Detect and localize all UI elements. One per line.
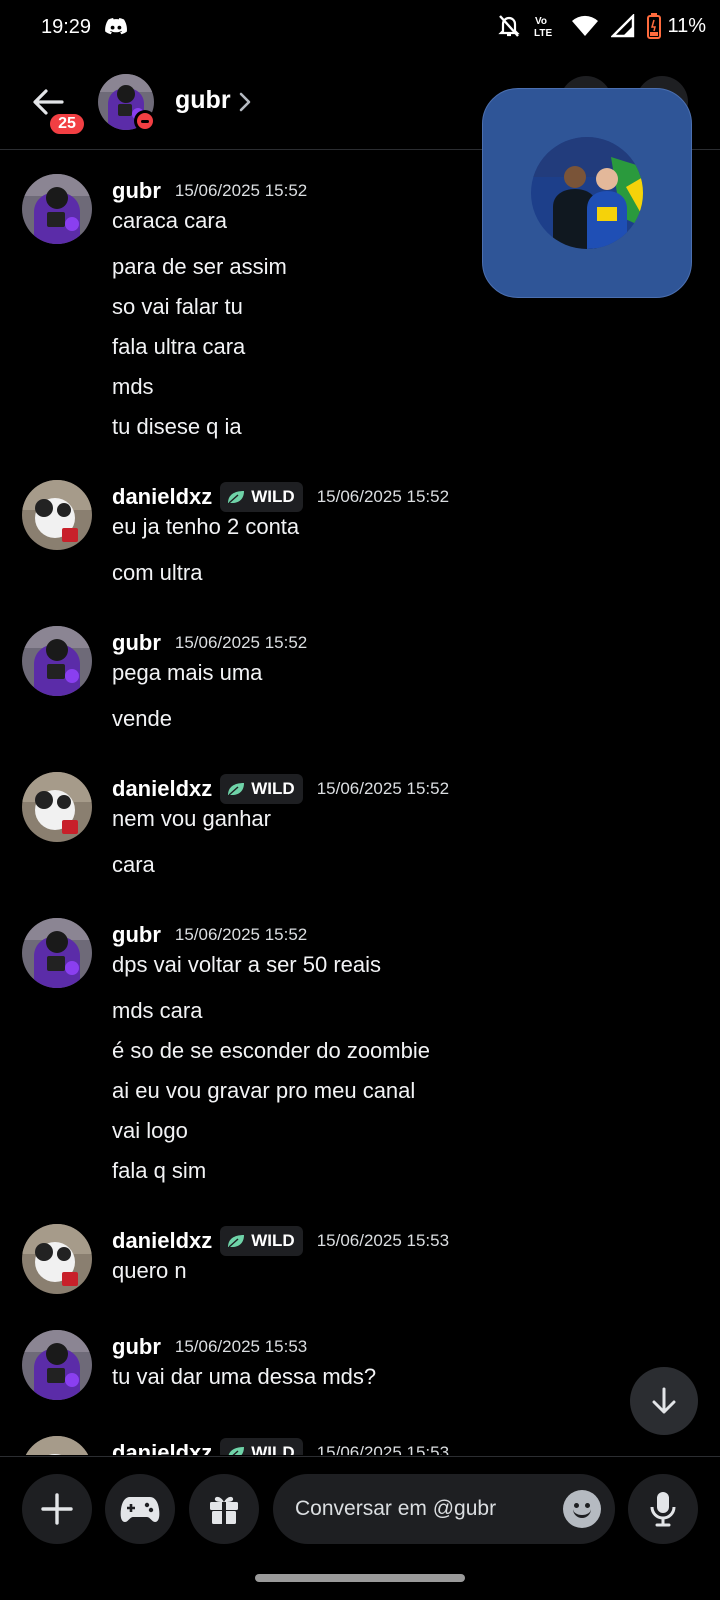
message-text[interactable]: cara bbox=[112, 852, 155, 878]
message-author[interactable]: danieldxz bbox=[112, 484, 212, 510]
plus-icon bbox=[41, 1493, 73, 1525]
avatar[interactable] bbox=[22, 626, 92, 696]
microphone-icon bbox=[650, 1492, 676, 1527]
message-input[interactable] bbox=[295, 1474, 545, 1544]
avatar[interactable] bbox=[22, 174, 92, 244]
message-author[interactable]: gubr bbox=[112, 630, 161, 656]
chevron-right-icon[interactable] bbox=[236, 90, 254, 114]
jump-to-bottom-button[interactable] bbox=[630, 1367, 698, 1435]
leaf-icon bbox=[228, 1235, 245, 1248]
avatar[interactable] bbox=[22, 1224, 92, 1294]
avatar[interactable] bbox=[22, 918, 92, 988]
avatar[interactable] bbox=[22, 480, 92, 550]
header-username[interactable]: gubr bbox=[175, 86, 231, 115]
message-author[interactable]: gubr bbox=[112, 1334, 161, 1360]
leaf-icon bbox=[228, 783, 245, 796]
svg-text:Vo: Vo bbox=[535, 16, 547, 27]
leaf-icon bbox=[228, 491, 245, 504]
add-attachment-button[interactable] bbox=[22, 1474, 92, 1544]
gamepad-icon bbox=[120, 1497, 160, 1522]
gift-icon bbox=[210, 1496, 238, 1524]
message-author[interactable]: danieldxz bbox=[112, 1440, 212, 1455]
battery-percent: 11% bbox=[667, 14, 706, 37]
svg-text:LTE: LTE bbox=[534, 28, 552, 39]
message-text[interactable]: ai eu vou gravar pro meu canal bbox=[112, 1078, 415, 1104]
guild-tag-label: WILD bbox=[251, 1231, 295, 1250]
avatar-gubr-image bbox=[22, 1330, 92, 1400]
message-input-container[interactable] bbox=[273, 1474, 615, 1544]
message-text[interactable]: tu disese q ia bbox=[112, 414, 242, 440]
message-text[interactable]: pega mais uma bbox=[112, 660, 262, 686]
avatar-gubr-image bbox=[22, 918, 92, 988]
volte-icon: VoLTE bbox=[534, 16, 552, 39]
battery-low-icon bbox=[647, 13, 662, 39]
message-author[interactable]: danieldxz bbox=[112, 1228, 212, 1254]
avatar-cat-image bbox=[22, 772, 92, 842]
message-text[interactable]: mds bbox=[112, 374, 154, 400]
guild-tag-label: WILD bbox=[251, 779, 295, 798]
guild-tag-badge[interactable]: WILD bbox=[220, 774, 303, 804]
guild-tag-label: WILD bbox=[251, 487, 295, 506]
message-text[interactable]: vende bbox=[112, 706, 172, 732]
message-text[interactable]: quero n bbox=[112, 1258, 187, 1284]
avatar-cat-image bbox=[22, 1436, 92, 1455]
message-author[interactable]: gubr bbox=[112, 922, 161, 948]
unread-count-badge: 25 bbox=[47, 111, 87, 137]
gift-button[interactable] bbox=[189, 1474, 259, 1544]
guild-tag-label: WILD bbox=[251, 1443, 295, 1455]
status-bar: 19:29 Vo LTE 11% bbox=[0, 0, 720, 56]
message-list[interactable]: gubr 15/06/2025 15:52 caraca cara para d… bbox=[0, 150, 720, 1455]
message-text[interactable]: fala ultra cara bbox=[112, 334, 245, 360]
message-timestamp: 15/06/2025 15:52 bbox=[174, 633, 308, 652]
message-timestamp: 15/06/2025 15:53 bbox=[316, 1231, 450, 1250]
home-indicator[interactable] bbox=[255, 1574, 465, 1582]
avatar[interactable] bbox=[22, 1330, 92, 1400]
guild-tag-badge[interactable]: WILD bbox=[220, 1226, 303, 1256]
message-text[interactable]: dps vai voltar a ser 50 reais bbox=[112, 952, 381, 978]
voice-message-button[interactable] bbox=[628, 1474, 698, 1544]
message-timestamp: 15/06/2025 15:52 bbox=[174, 181, 308, 200]
arrow-down-icon bbox=[652, 1387, 676, 1414]
status-time: 19:29 bbox=[41, 16, 92, 38]
guild-tag-badge[interactable]: WILD bbox=[220, 482, 303, 512]
activities-button[interactable] bbox=[105, 1474, 175, 1544]
message-timestamp: 15/06/2025 15:52 bbox=[174, 925, 308, 944]
message-text[interactable]: para de ser assim bbox=[112, 254, 287, 280]
avatar[interactable] bbox=[22, 1436, 92, 1455]
signal-icon bbox=[611, 14, 635, 38]
avatar[interactable] bbox=[22, 772, 92, 842]
message-text[interactable]: tu vai dar uma dessa mds? bbox=[112, 1364, 376, 1390]
message-text[interactable]: é so de se esconder do zoombie bbox=[112, 1038, 430, 1064]
avatar-gubr-image bbox=[22, 626, 92, 696]
leaf-icon bbox=[228, 1447, 245, 1455]
message-text[interactable]: caraca cara bbox=[112, 208, 227, 234]
message-text[interactable]: nem vou ganhar bbox=[112, 806, 271, 832]
discord-icon bbox=[105, 18, 127, 35]
wifi-icon bbox=[572, 15, 599, 36]
emoji-picker-icon[interactable] bbox=[563, 1490, 601, 1528]
message-timestamp: 15/06/2025 15:52 bbox=[316, 487, 450, 506]
message-timestamp: 15/06/2025 15:52 bbox=[316, 779, 450, 798]
message-text[interactable]: vai logo bbox=[112, 1118, 188, 1144]
message-author[interactable]: danieldxz bbox=[112, 776, 212, 802]
avatar-cat-image bbox=[22, 1224, 92, 1294]
dnd-status-icon bbox=[134, 110, 156, 132]
guild-tag-badge[interactable]: WILD bbox=[220, 1438, 303, 1455]
message-text[interactable]: mds cara bbox=[112, 998, 202, 1024]
avatar-cat-image bbox=[22, 480, 92, 550]
message-timestamp: 15/06/2025 15:53 bbox=[174, 1337, 308, 1356]
message-text[interactable]: com ultra bbox=[112, 560, 202, 586]
message-composer bbox=[0, 1456, 720, 1566]
message-text[interactable]: eu ja tenho 2 conta bbox=[112, 514, 299, 540]
message-text[interactable]: fala q sim bbox=[112, 1158, 206, 1184]
message-text[interactable]: so vai falar tu bbox=[112, 294, 243, 320]
bell-off-icon bbox=[498, 15, 521, 37]
message-timestamp: 15/06/2025 15:53 bbox=[316, 1443, 450, 1455]
avatar-gubr-image bbox=[22, 174, 92, 244]
message-author[interactable]: gubr bbox=[112, 178, 161, 204]
